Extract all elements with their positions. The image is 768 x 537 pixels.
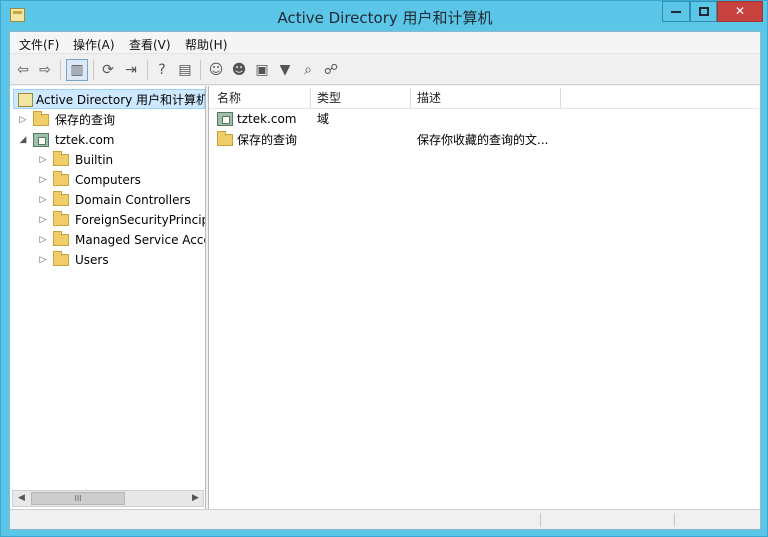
tree-item-managed-service-accounts[interactable]: ▷ Managed Service Acco	[38, 230, 206, 250]
tree-item-label: Builtin	[75, 153, 114, 167]
folder-icon	[53, 171, 69, 186]
close-button[interactable]: ✕	[717, 1, 763, 22]
expand-icon[interactable]: ▷	[38, 150, 48, 170]
folder-icon	[53, 211, 69, 226]
status-bar	[10, 509, 760, 529]
status-separator	[674, 513, 675, 527]
tree-item-domain[interactable]: ◢ tztek.com	[18, 130, 198, 150]
menu-help[interactable]: 帮助(H)	[185, 36, 227, 53]
expand-icon[interactable]: ▷	[38, 230, 48, 250]
filter-icon[interactable]: ▼	[274, 59, 296, 81]
menu-view[interactable]: 查看(V)	[129, 36, 171, 53]
show-hide-console-tree-icon[interactable]: ▥	[66, 59, 88, 81]
maximize-icon	[698, 7, 709, 16]
tree-item-computers[interactable]: ▷ Computers	[38, 170, 205, 190]
domain-icon	[33, 133, 49, 147]
refresh-icon[interactable]: ⟳	[97, 59, 119, 81]
domain-icon	[217, 112, 233, 126]
cell-description: 保存你收藏的查询的文...	[417, 133, 549, 147]
back-arrow-icon[interactable]: ⇦	[12, 59, 34, 81]
menu-bar: 文件(F) 操作(A) 查看(V) 帮助(H)	[10, 32, 760, 54]
window-title: Active Directory 用户和计算机	[277, 9, 493, 27]
tree-item-label: ForeignSecurityPrincipa	[75, 213, 206, 227]
menu-action[interactable]: 操作(A)	[73, 36, 115, 53]
tree-item-label: Computers	[75, 173, 141, 187]
tree-item-users[interactable]: ▷ Users	[38, 250, 205, 270]
tree-item-foreign-security-principals[interactable]: ▷ ForeignSecurityPrincipa	[38, 210, 206, 230]
column-header-description[interactable]: 描述	[411, 88, 561, 108]
tree-root[interactable]: Active Directory 用户和计算机	[13, 89, 205, 109]
tree-item-label: Managed Service Acco	[75, 233, 206, 247]
create-ou-icon[interactable]: ▣	[251, 59, 273, 81]
add-to-group-icon[interactable]: ☍	[320, 59, 342, 81]
scroll-right-icon[interactable]: ▶	[187, 491, 204, 506]
folder-icon	[33, 111, 49, 126]
column-header-name[interactable]: 名称	[211, 88, 311, 108]
cell-name: tztek.com	[237, 112, 297, 126]
tree-item-label: Domain Controllers	[75, 193, 191, 207]
export-list-icon[interactable]: ⇥	[120, 59, 142, 81]
cell-type: 域	[317, 112, 330, 126]
tree-item-domain-controllers[interactable]: ▷ Domain Controllers	[38, 190, 205, 210]
create-user-icon[interactable]: ☺	[205, 59, 227, 81]
forward-arrow-icon[interactable]: ⇨	[34, 59, 56, 81]
folder-icon	[217, 131, 233, 146]
find-icon[interactable]: ⌕	[297, 59, 319, 81]
toolbar: ⇦ ⇨ ▥ ⟳ ⇥ ? ▤ ☺ ☻ ▣ ▼ ⌕ ☍	[10, 55, 760, 85]
tree-item-label: tztek.com	[55, 133, 115, 147]
expand-icon[interactable]: ▷	[38, 170, 48, 190]
menu-file[interactable]: 文件(F)	[19, 36, 59, 53]
minimize-icon	[671, 10, 681, 13]
column-header-type[interactable]: 类型	[311, 88, 411, 108]
toolbar-separator	[93, 60, 94, 80]
show-hide-action-pane-icon[interactable]: ▤	[174, 59, 196, 81]
status-separator	[540, 513, 541, 527]
title-bar[interactable]: Active Directory 用户和计算机 ✕	[1, 1, 767, 31]
toolbar-separator	[200, 60, 201, 80]
cell-name: 保存的查询	[237, 133, 298, 147]
maximize-button[interactable]	[690, 1, 717, 22]
app-window: Active Directory 用户和计算机 ✕ 文件(F) 操作(A) 查看…	[0, 0, 768, 537]
tree-item-label: 保存的查询	[55, 113, 116, 127]
scroll-left-icon[interactable]: ◀	[13, 491, 30, 506]
close-icon: ✕	[734, 4, 746, 18]
folder-icon	[53, 251, 69, 266]
folder-icon	[53, 151, 69, 166]
tree-item-builtin[interactable]: ▷ Builtin	[38, 150, 205, 170]
details-pane[interactable]: 名称 类型 描述 tztek.com 域 保存的查询 保存你收藏的查询的文...	[208, 86, 760, 509]
list-row-saved-queries[interactable]: 保存的查询 保存你收藏的查询的文...	[213, 130, 753, 150]
tree-root-label: Active Directory 用户和计算机	[36, 93, 206, 107]
console-root-icon	[18, 93, 33, 107]
create-group-icon[interactable]: ☻	[228, 59, 250, 81]
toolbar-separator	[147, 60, 148, 80]
collapse-icon[interactable]: ◢	[18, 130, 28, 150]
help-icon[interactable]: ?	[151, 59, 173, 81]
ou-folder-icon	[53, 191, 69, 206]
list-row-domain[interactable]: tztek.com 域	[213, 109, 753, 129]
console-tree[interactable]: Active Directory 用户和计算机 ▷ 保存的查询 ◢ tztek.…	[10, 86, 206, 509]
toolbar-separator	[60, 60, 61, 80]
minimize-button[interactable]	[662, 1, 690, 22]
expand-icon[interactable]: ▷	[38, 190, 48, 210]
expand-icon[interactable]: ▷	[18, 110, 28, 130]
scroll-thumb[interactable]: III	[31, 492, 125, 505]
horizontal-scrollbar[interactable]: ◀ III ▶	[12, 490, 204, 507]
expand-icon[interactable]: ▷	[38, 250, 48, 270]
client-area: 文件(F) 操作(A) 查看(V) 帮助(H) ⇦ ⇨ ▥ ⟳ ⇥ ? ▤ ☺ …	[9, 31, 761, 530]
expand-icon[interactable]: ▷	[38, 210, 48, 230]
tree-item-saved-queries[interactable]: ▷ 保存的查询	[18, 110, 198, 130]
folder-icon	[53, 231, 69, 246]
tree-item-label: Users	[75, 253, 109, 267]
